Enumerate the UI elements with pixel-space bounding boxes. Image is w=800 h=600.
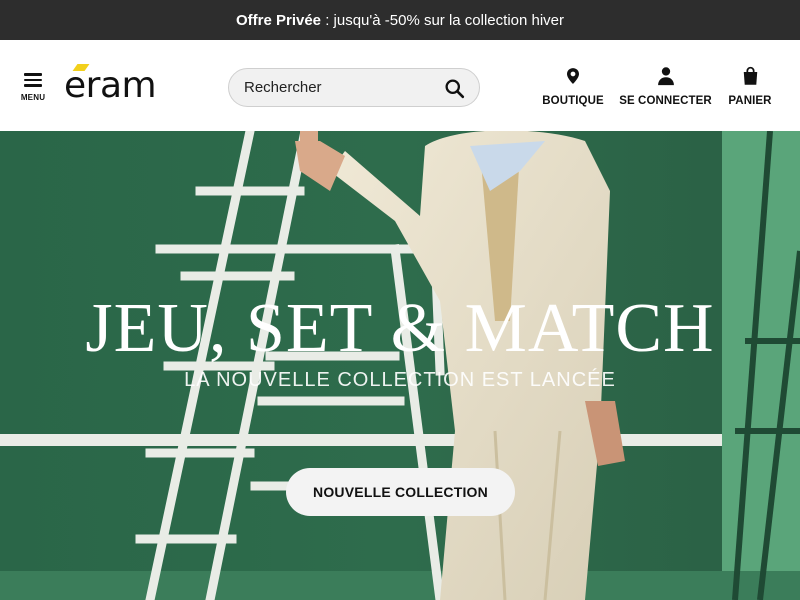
store-locator-label: BOUTIQUE	[542, 95, 604, 107]
user-icon	[657, 67, 674, 86]
hamburger-icon	[24, 73, 42, 87]
site-header: MENU eram BOUTIQUE SE CONNECTER PANIER	[0, 40, 800, 131]
logo-text: eram	[64, 65, 157, 106]
promo-text: : jusqu'à -50% sur la collection hiver	[321, 11, 565, 29]
hero-banner: JEU, SET & MATCH LA NOUVELLE COLLECTION …	[0, 131, 800, 600]
cart-button[interactable]: PANIER	[728, 65, 772, 107]
new-collection-button[interactable]: NOUVELLE COLLECTION	[286, 468, 515, 516]
login-label: SE CONNECTER	[619, 95, 712, 107]
search-bar	[228, 68, 480, 107]
hero-title: JEU, SET & MATCH	[85, 290, 715, 367]
menu-label: MENU	[20, 93, 46, 102]
promo-highlight: Offre Privée	[235, 11, 322, 29]
location-pin-icon	[567, 68, 579, 84]
shopping-bag-icon	[743, 66, 757, 85]
hero-subtitle: LA NOUVELLE COLLECTION EST LANCÉE	[184, 369, 616, 391]
menu-button[interactable]: MENU	[18, 73, 48, 105]
search-icon[interactable]	[444, 78, 465, 99]
search-input[interactable]	[244, 79, 434, 96]
promo-banner[interactable]: Offre Privée : jusqu'à -50% sur la colle…	[0, 0, 800, 40]
login-button[interactable]: SE CONNECTER	[619, 65, 712, 107]
cart-label: PANIER	[728, 95, 772, 107]
store-locator-button[interactable]: BOUTIQUE	[542, 65, 604, 107]
